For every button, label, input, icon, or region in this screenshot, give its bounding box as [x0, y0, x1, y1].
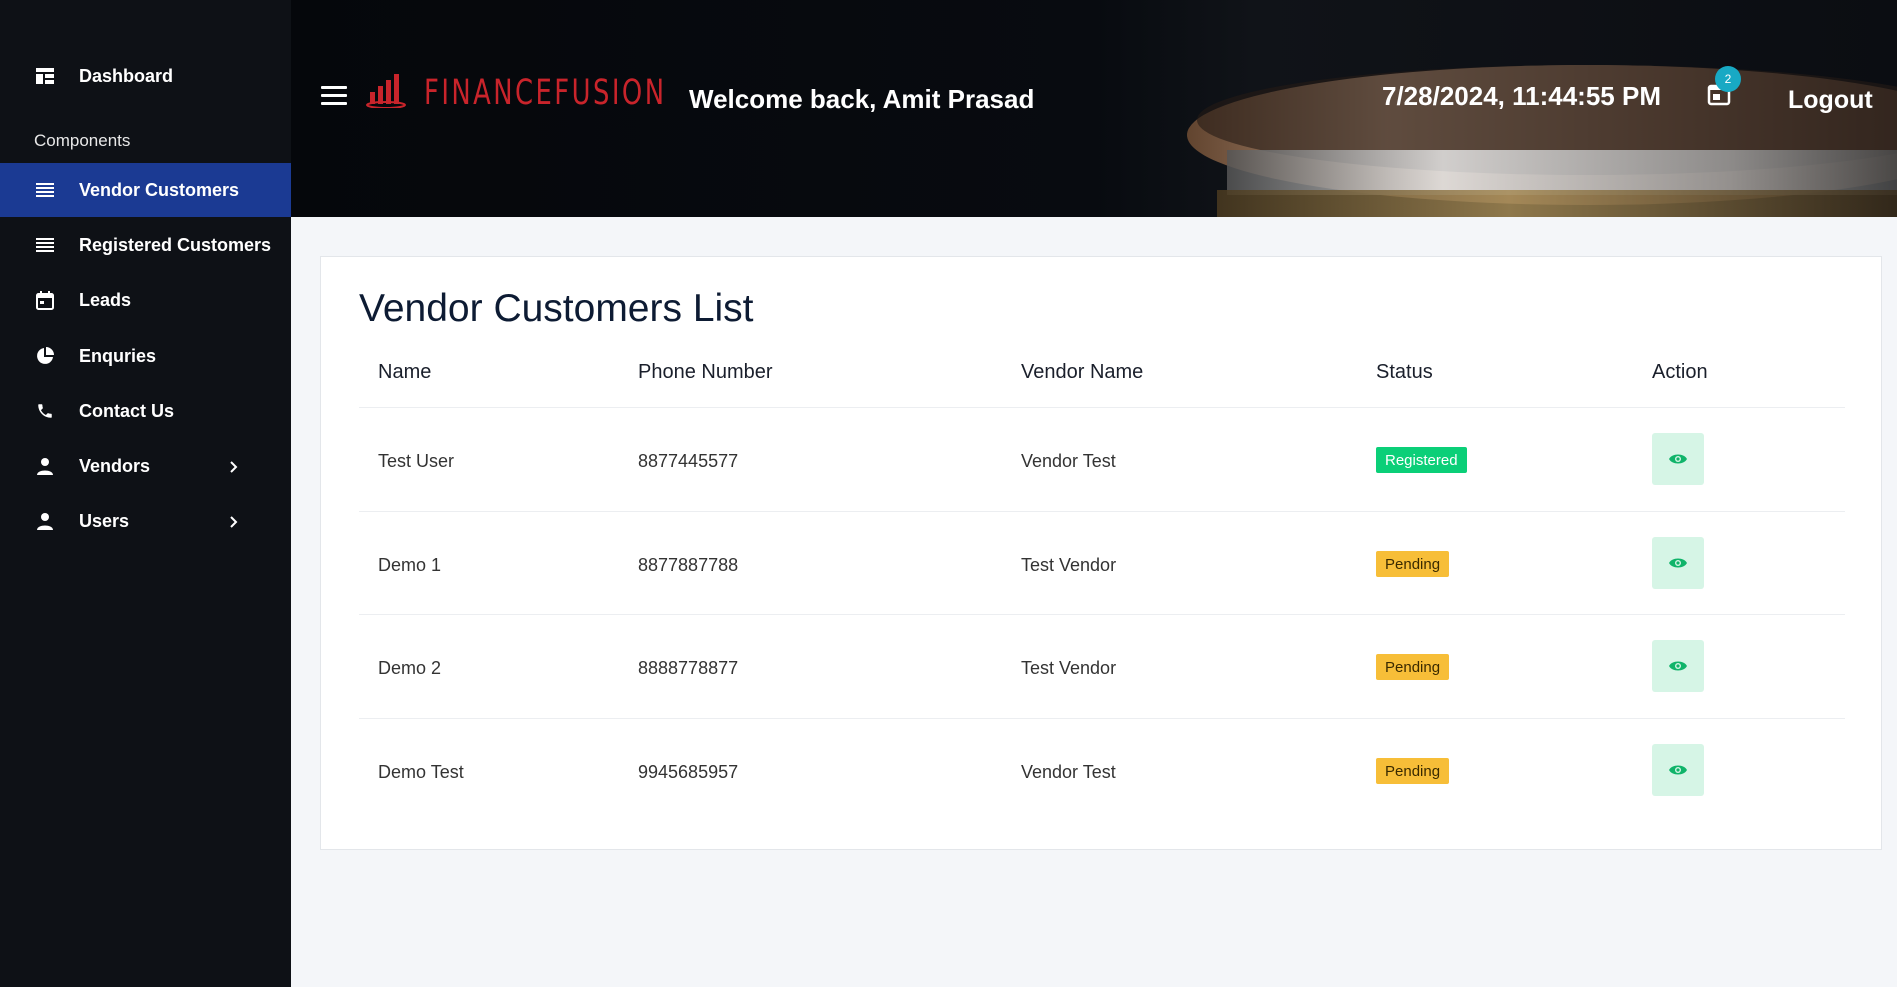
column-header-name: Name	[378, 361, 432, 383]
cell-vendor: Vendor Test	[1021, 762, 1116, 782]
column-header-action: Action	[1652, 361, 1708, 383]
brand-name: FINANCEFUSION	[424, 72, 667, 113]
cell-phone: 9945685957	[638, 762, 739, 782]
sidebar-item-label: Vendors	[79, 455, 151, 476]
view-button[interactable]	[1652, 744, 1704, 796]
chevron-right-icon	[227, 515, 239, 528]
cell-name: Demo Test	[378, 762, 464, 782]
menu-toggle-button[interactable]	[321, 86, 347, 106]
status-badge: Registered	[1376, 447, 1467, 473]
section-label: Components	[34, 131, 131, 150]
status-badge: Pending	[1376, 551, 1450, 577]
cell-phone: 8877445577	[638, 451, 739, 471]
cell-phone: 8877887788	[638, 555, 739, 575]
page-title: Vendor Customers List	[359, 287, 754, 330]
top-header: FINANCEFUSION Welcome back, Amit Prasad …	[291, 0, 1897, 217]
cell-name: Demo 1	[378, 555, 442, 575]
chevron-right-icon	[227, 460, 239, 473]
sidebar-item-users[interactable]: Users	[0, 494, 291, 548]
sidebar-item-registered-customers[interactable]: Registered Customers	[0, 218, 291, 272]
sidebar-item-enquries[interactable]: Enquries	[0, 329, 291, 383]
sidebar-item-label: Vendor Customers	[79, 179, 240, 200]
vendor-customers-card: Vendor Customers List Name Phone Number …	[320, 256, 1882, 850]
column-header-vendor: Vendor Name	[1021, 361, 1144, 383]
list-icon	[34, 234, 56, 256]
coins-background-image	[1187, 65, 1897, 217]
brand-logo[interactable]: FINANCEFUSION	[366, 72, 720, 113]
logout-button[interactable]: Logout	[1788, 86, 1873, 115]
sidebar-item-vendor-customers[interactable]: Vendor Customers	[0, 163, 291, 217]
divider	[359, 407, 1845, 408]
bar-chart-logo-icon	[366, 72, 410, 113]
sidebar-item-leads[interactable]: Leads	[0, 273, 291, 327]
sidebar-item-label: Leads	[79, 289, 132, 310]
eye-icon	[1669, 661, 1687, 671]
view-button[interactable]	[1652, 537, 1704, 589]
eye-icon	[1669, 454, 1687, 464]
sidebar-item-label: Registered Customers	[79, 234, 272, 255]
divider	[359, 614, 1845, 615]
cell-vendor: Vendor Test	[1021, 451, 1116, 471]
sidebar-item-contact-us[interactable]: Contact Us	[0, 384, 291, 438]
pie-chart-icon	[34, 345, 56, 367]
view-button[interactable]	[1652, 433, 1704, 485]
phone-icon	[34, 400, 56, 422]
divider	[359, 718, 1845, 719]
view-button[interactable]	[1652, 640, 1704, 692]
sidebar-item-vendors[interactable]: Vendors	[0, 439, 291, 493]
status-badge: Pending	[1376, 758, 1450, 784]
notification-badge: 2	[1715, 66, 1741, 92]
sidebar-item-label: Users	[79, 510, 130, 531]
eye-icon	[1669, 558, 1687, 568]
calendar-icon	[34, 289, 56, 311]
column-header-status: Status	[1376, 361, 1433, 383]
column-header-phone: Phone Number	[638, 361, 773, 383]
divider	[359, 511, 1845, 512]
sidebar: Dashboard Components Vendor Customers Re…	[0, 0, 291, 987]
list-icon	[34, 179, 56, 201]
sidebar-item-label: Contact Us	[79, 400, 175, 421]
eye-icon	[1669, 765, 1687, 775]
dashboard-icon	[34, 65, 56, 87]
cell-phone: 8888778877	[638, 658, 739, 678]
status-badge: Pending	[1376, 654, 1450, 680]
person-icon	[34, 510, 56, 532]
cell-name: Demo 2	[378, 658, 442, 678]
sidebar-item-label: Dashboard	[79, 65, 174, 86]
cell-vendor: Test Vendor	[1021, 555, 1117, 575]
sidebar-item-dashboard[interactable]: Dashboard	[0, 49, 291, 103]
cell-name: Test User	[378, 451, 455, 471]
welcome-message: Welcome back, Amit Prasad	[689, 84, 1035, 114]
sidebar-item-label: Enquries	[79, 345, 157, 366]
cell-vendor: Test Vendor	[1021, 658, 1117, 678]
person-icon	[34, 455, 56, 477]
current-datetime: 7/28/2024, 11:44:55 PM	[1382, 81, 1661, 111]
